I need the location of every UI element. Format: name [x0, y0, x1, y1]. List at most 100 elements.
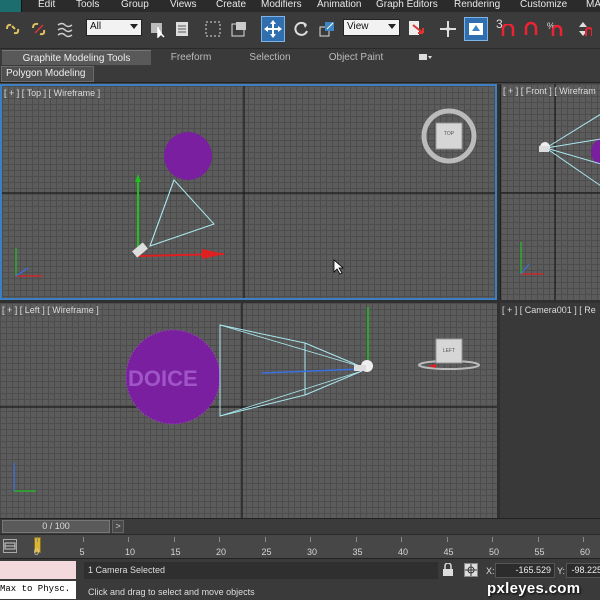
timeline-tick — [219, 537, 220, 542]
tab-object-paint[interactable]: Object Paint — [310, 50, 402, 65]
timeline-tick-label: 15 — [170, 547, 181, 557]
viewcube-face-label: TOP — [443, 131, 455, 137]
timeline-tick-label: 25 — [261, 547, 272, 557]
mouse-cursor-icon — [333, 259, 345, 278]
selection-lock-icon[interactable] — [442, 562, 454, 577]
reference-coord-dropdown[interactable]: View — [343, 19, 400, 36]
angle-snap-icon[interactable] — [521, 18, 543, 40]
timeline-tick-label: 0 — [34, 547, 40, 557]
chevron-down-icon — [130, 24, 138, 29]
time-slider[interactable]: 0 / 100 > — [0, 518, 600, 534]
timeline-tick — [173, 537, 175, 542]
viewcube[interactable]: LEFT — [418, 337, 480, 373]
reference-coord-value: View — [347, 21, 369, 32]
selection-status: 1 Camera Selected — [84, 562, 438, 579]
viewport-camera[interactable]: [ + ] [ Camera001 ] [ Re — [500, 303, 600, 518]
track-bar[interactable]: 0 5 10 15 20 25 30 35 40 45 50 55 60 — [0, 534, 600, 558]
timeline-tick — [492, 537, 493, 542]
percent-snap-icon[interactable]: % — [545, 18, 567, 40]
main-toolbar: All View 3 % — [0, 12, 600, 49]
timeline-tick-label: 50 — [489, 547, 500, 557]
snap-toggle-icon[interactable]: 3 — [495, 17, 517, 40]
viewport-label-camera[interactable]: [ + ] [ Camera001 ] [ Re — [502, 305, 596, 315]
timeline-tick-label: 40 — [398, 547, 409, 557]
pivot-center-icon[interactable] — [405, 18, 431, 40]
spinner-snap-icon[interactable] — [572, 18, 594, 40]
select-move-icon[interactable] — [261, 16, 285, 42]
menu-modifiers[interactable]: Modifiers — [261, 0, 302, 10]
tab-selection[interactable]: Selection — [231, 50, 309, 65]
chevron-down-icon — [388, 24, 396, 29]
menu-bar: Edit Tools Group Views Create Modifiers … — [0, 0, 600, 12]
menu-graph-editors[interactable]: Graph Editors — [376, 0, 438, 10]
x-coord-label: X: — [486, 566, 495, 576]
timeline-tick — [401, 537, 402, 542]
select-rotate-icon[interactable] — [290, 18, 312, 40]
menu-maxscript[interactable]: MA — [586, 0, 600, 10]
menu-views[interactable]: Views — [170, 0, 197, 10]
unlink-icon[interactable] — [28, 18, 50, 40]
timeline-tick — [82, 537, 84, 542]
tab-freeform[interactable]: Freeform — [152, 50, 230, 65]
timeline-tick-label: 55 — [534, 547, 545, 557]
x-coord-field[interactable]: -165.529 — [495, 563, 555, 578]
y-coord-label: Y: — [557, 566, 566, 576]
select-object-icon[interactable] — [147, 18, 169, 40]
mini-curve-editor-icon[interactable] — [3, 539, 17, 553]
tab-graphite-modeling-tools[interactable]: Graphite Modeling Tools — [2, 50, 151, 65]
select-by-name-icon[interactable] — [172, 18, 194, 40]
timeline-tick — [37, 537, 38, 542]
viewport-top[interactable]: [ + ] [ Top ] [ Wireframe ] TOP — [0, 84, 497, 300]
maxscript-listener-output[interactable]: Max to Physc. — [0, 581, 76, 599]
viewport-label-left[interactable]: [ + ] [ Left ] [ Wireframe ] — [2, 305, 99, 315]
sphere-object — [164, 132, 212, 180]
ribbon-options-icon[interactable] — [419, 53, 433, 62]
selection-filter-dropdown[interactable]: All — [86, 19, 142, 36]
tab-polygon-modeling[interactable]: Polygon Modeling — [1, 66, 94, 82]
time-slider-thumb[interactable]: 0 / 100 — [2, 520, 110, 533]
menu-animation[interactable]: Animation — [317, 0, 361, 10]
window-crossing-icon[interactable] — [228, 18, 250, 40]
app-logo[interactable] — [0, 0, 22, 12]
timeline-tick-label: 10 — [125, 547, 136, 557]
rect-selection-icon[interactable] — [202, 18, 224, 40]
svg-text:DOICE: DOICE — [128, 366, 198, 391]
keyboard-shortcut-override-icon[interactable] — [464, 17, 488, 41]
viewcube-face-label: LEFT — [442, 348, 456, 354]
select-scale-icon[interactable] — [316, 18, 338, 40]
select-manipulate-icon[interactable] — [437, 18, 459, 40]
menu-tools[interactable]: Tools — [76, 0, 99, 10]
timeline-tick-label: 35 — [352, 547, 363, 557]
viewport-left[interactable]: [ + ] [ Left ] [ Wireframe ] DOICE LEFT — [0, 303, 497, 518]
timeline-tick — [264, 537, 266, 542]
timeline-tick-label: 5 — [79, 547, 85, 557]
menu-rendering[interactable]: Rendering — [454, 0, 500, 10]
viewport-front-scene — [501, 84, 600, 300]
link-icon[interactable] — [2, 18, 24, 40]
timeline-tick — [310, 537, 311, 542]
viewport-front[interactable]: [ + ] [ Front ] [ Wirefram — [500, 84, 600, 300]
menu-group[interactable]: Group — [121, 0, 149, 10]
viewcube[interactable]: TOP — [420, 107, 478, 165]
viewport-label-top[interactable]: [ + ] [ Top ] [ Wireframe ] — [4, 88, 100, 98]
timeline-tick — [355, 537, 357, 542]
menu-create[interactable]: Create — [216, 0, 246, 10]
camera-frustum — [149, 179, 215, 247]
next-frame-button[interactable]: > — [112, 520, 124, 533]
timeline-tick-label: 60 — [580, 547, 591, 557]
menu-customize[interactable]: Customize — [520, 0, 567, 10]
timeline-tick — [128, 537, 129, 542]
viewport-divider-vertical[interactable] — [497, 84, 500, 518]
timeline-tick — [537, 537, 539, 542]
bind-space-warp-icon[interactable] — [54, 18, 76, 40]
watermark: pxleyes.com — [487, 580, 581, 597]
maxscript-listener-input[interactable] — [0, 561, 76, 579]
timeline-tick-label: 45 — [443, 547, 454, 557]
viewport-left-scene: DOICE — [0, 303, 497, 518]
menu-edit[interactable]: Edit — [38, 0, 55, 10]
timeline-tick — [446, 537, 448, 542]
timeline-tick-label: 20 — [216, 547, 227, 557]
viewport-label-front[interactable]: [ + ] [ Front ] [ Wirefram — [503, 86, 596, 96]
absolute-mode-transform-icon[interactable] — [464, 563, 478, 577]
y-coord-field[interactable]: -98.225 — [566, 563, 600, 578]
